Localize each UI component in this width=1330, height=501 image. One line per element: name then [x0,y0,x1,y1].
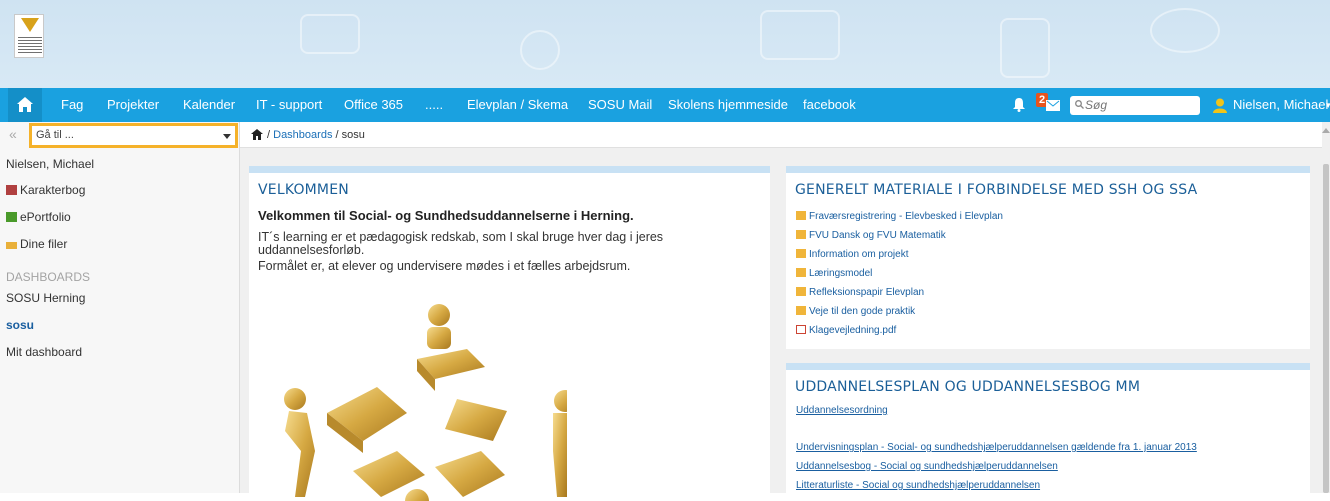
file-link-label: Fraværsregistrering - Elevbesked i Elevp… [809,211,1003,222]
puzzle-people-illustration [284,304,567,501]
nav-item-more[interactable]: ..... [425,88,443,122]
nav-item-kalender[interactable]: Kalender [183,88,235,122]
file-link-label: Veje til den gode praktik [809,306,916,317]
folder-icon [796,211,806,220]
chevron-down-icon [223,134,231,139]
welcome-panel: VELKOMMEN Velkommen til Social- og Sundh… [249,166,770,501]
file-link[interactable]: Veje til den gode praktik [796,306,915,317]
nav-item-fag[interactable]: Fag [61,88,83,122]
file-link-label: Refleksionspapir Elevplan [809,287,925,298]
search-box[interactable] [1070,96,1200,115]
folder-icon [796,268,806,277]
search-input[interactable] [1085,97,1195,113]
nav-item-facebook[interactable]: facebook [803,88,856,122]
goto-select[interactable]: Gå til ... [29,123,238,148]
dashboard-content: VELKOMMEN Velkommen til Social- og Sundh… [240,148,1322,501]
breadcrumb-current: sosu [341,129,365,141]
sidebar: « Gå til ... Nielsen, Michael Karakterbo… [0,122,240,493]
nav-item-skolens-hjemmeside[interactable]: Skolens hjemmeside [668,88,788,122]
folder-icon [796,249,806,258]
breadcrumb-dashboards-link[interactable]: Dashboards [273,129,332,141]
file-link[interactable]: Fraværsregistrering - Elevbesked i Elevp… [796,211,1003,222]
nav-item-sosu-mail[interactable]: SOSU Mail [588,88,652,122]
school-logo[interactable] [14,14,44,58]
breadcrumb-separator: / [332,129,342,141]
portfolio-icon [6,212,17,222]
file-link[interactable]: FVU Dansk og FVU Matematik [796,230,946,241]
page-scrollbar[interactable] [1322,122,1330,493]
file-link-label: FVU Dansk og FVU Matematik [809,230,946,241]
sidebar-item-karakterbog[interactable]: Karakterbog [6,183,85,197]
scrollbar-thumb[interactable] [1323,164,1329,493]
sidebar-item-eportfolio[interactable]: ePortfolio [6,210,71,224]
home-icon[interactable] [251,129,263,140]
collapse-sidebar-icon[interactable]: « [9,126,17,142]
sidebar-user-name[interactable]: Nielsen, Michael [6,157,94,171]
file-link-label: Information om projekt [809,249,909,260]
user-name: Nielsen, Michael [1233,97,1329,112]
education-link[interactable]: Undervisningsplan - Social- og sundhedsh… [796,442,1197,453]
file-link-label: Klagevejledning.pdf [809,325,897,336]
home-icon [17,97,33,112]
nav-item-it-support[interactable]: IT - support [256,88,322,122]
general-material-title: GENERELT MATERIALE I FORBINDELSE MED SSH… [795,182,1198,198]
search-icon [1075,100,1084,109]
scroll-up-icon[interactable] [1322,128,1330,133]
home-button[interactable] [8,88,42,122]
dashboards-heading: DASHBOARDS [6,270,91,284]
welcome-paragraph-1: IT´s learning er et pædagogisk redskab, … [258,230,664,257]
education-plan-title: UDDANNELSESPLAN OG UDDANNELSESBOG MM [795,379,1141,395]
header-banner [0,0,1330,88]
file-link[interactable]: Refleksionspapir Elevplan [796,287,924,298]
folder-icon [6,242,17,249]
education-link[interactable]: Litteraturliste - Social og sundhedshjæl… [796,480,1040,491]
nav-item-office-365[interactable]: Office 365 [344,88,403,122]
folder-icon [796,306,806,315]
folder-icon [796,287,806,296]
grade-book-icon [6,185,17,195]
pdf-icon [796,325,806,334]
breadcrumb-trail: / Dashboards / sosu [267,129,365,141]
messages-icon[interactable] [1046,100,1060,111]
chevron-down-icon: ▾ [1326,100,1330,110]
welcome-paragraph-2: Formålet er, at elever og undervisere mø… [258,259,631,273]
breadcrumb: / Dashboards / sosu [240,122,1322,148]
nav-item-projekter[interactable]: Projekter [107,88,159,122]
sidebar-item-mit-dashboard[interactable]: Mit dashboard [6,345,82,359]
welcome-title: VELKOMMEN [258,182,349,198]
welcome-lead: Velkommen til Social- og Sundhedsuddanne… [258,208,634,223]
sidebar-item-sosu-herning[interactable]: SOSU Herning [6,291,85,305]
nav-item-elevplan[interactable]: Elevplan / Skema [467,88,568,122]
bird-logo-icon [21,18,39,32]
file-link[interactable]: Klagevejledning.pdf [796,325,896,336]
file-link[interactable]: Læringsmodel [796,268,872,279]
education-link[interactable]: Uddannelsesbog - Social og sundhedshjælp… [796,461,1058,472]
education-link[interactable]: Uddannelsesordning [796,405,888,416]
sidebar-item-label: ePortfolio [20,210,71,224]
general-material-panel: GENERELT MATERIALE I FORBINDELSE MED SSH… [786,166,1310,349]
file-link[interactable]: Information om projekt [796,249,909,260]
user-avatar-icon [1213,98,1227,113]
bell-icon[interactable] [1012,97,1026,112]
sidebar-item-label: Karakterbog [20,183,86,197]
folder-icon [796,230,806,239]
sidebar-item-sosu[interactable]: sosu [6,318,34,332]
top-navbar: Fag Projekter Kalender IT - support Offi… [0,88,1330,122]
education-plan-panel: UDDANNELSESPLAN OG UDDANNELSESBOG MM Udd… [786,363,1310,493]
sidebar-item-dine-filer[interactable]: Dine filer [6,237,67,251]
file-link-label: Læringsmodel [809,268,873,279]
sidebar-item-label: Dine filer [20,237,68,251]
logo-text [18,37,42,53]
goto-select-label: Gå til ... [36,129,74,141]
